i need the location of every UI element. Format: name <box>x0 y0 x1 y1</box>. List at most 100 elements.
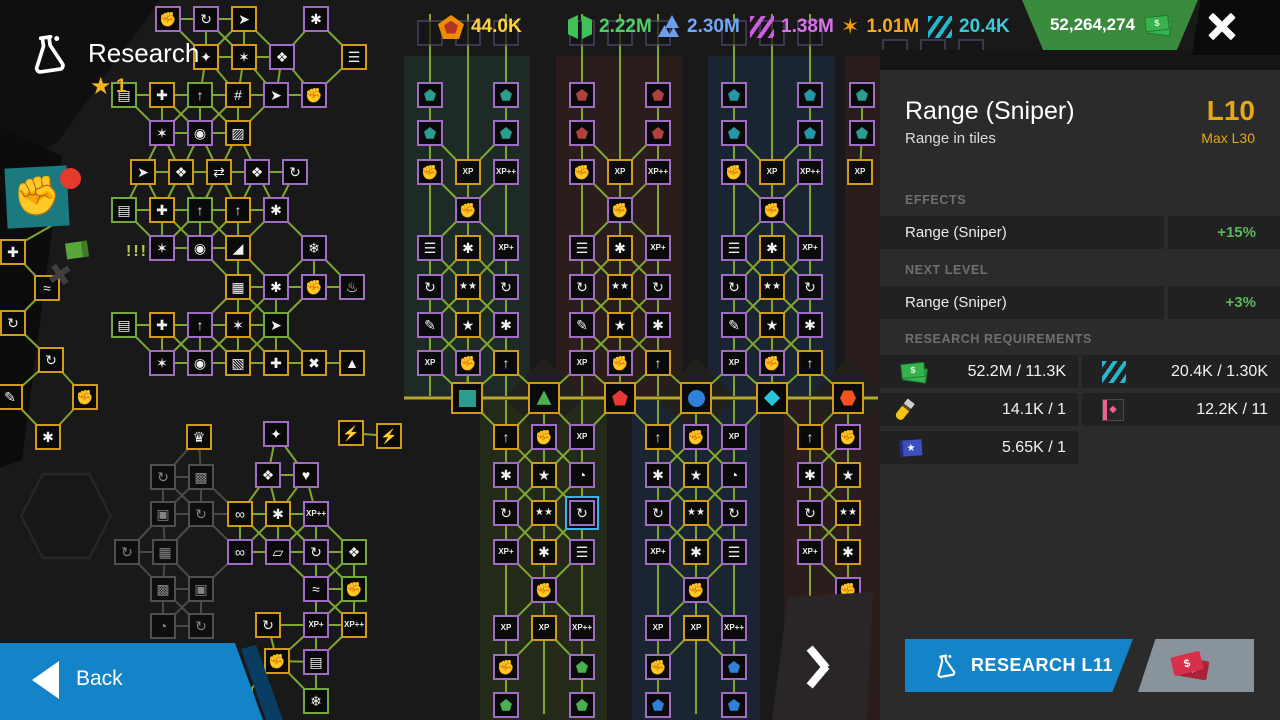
research-node[interactable]: ✱ <box>265 501 291 527</box>
research-node[interactable]: ✎ <box>721 312 747 338</box>
research-node[interactable]: ✊ <box>72 384 98 410</box>
research-node[interactable] <box>569 654 595 680</box>
research-node[interactable]: ➤ <box>130 159 156 185</box>
research-node[interactable]: ✊ <box>264 648 290 674</box>
research-node[interactable]: ★★ <box>455 274 481 300</box>
gateway-node-diamond[interactable] <box>756 382 788 414</box>
research-node[interactable] <box>721 654 747 680</box>
research-node[interactable] <box>645 692 671 718</box>
research-node[interactable]: ✚ <box>149 312 175 338</box>
research-node[interactable]: XP++ <box>721 615 747 641</box>
research-node[interactable] <box>645 120 671 146</box>
research-node[interactable]: ✊ <box>493 654 519 680</box>
research-node[interactable]: ✊ <box>301 274 327 300</box>
research-node[interactable]: ✱ <box>531 539 557 565</box>
research-node[interactable]: ★ <box>531 462 557 488</box>
research-node[interactable]: ∞ <box>227 501 253 527</box>
research-node[interactable]: XP+ <box>645 539 671 565</box>
research-node[interactable]: ▲ <box>339 350 365 376</box>
research-node[interactable] <box>721 120 747 146</box>
research-node[interactable]: ❖ <box>168 159 194 185</box>
research-node[interactable] <box>493 692 519 718</box>
research-node[interactable]: ◉ <box>187 120 213 146</box>
research-node[interactable]: XP <box>531 615 557 641</box>
research-node[interactable]: ☰ <box>569 235 595 261</box>
research-node[interactable]: ↑ <box>645 424 671 450</box>
research-node[interactable]: ✖ <box>301 350 327 376</box>
research-node[interactable]: ✦ <box>263 421 289 447</box>
research-node[interactable]: ≈ <box>303 576 329 602</box>
research-node[interactable]: ↑ <box>225 197 251 223</box>
research-node[interactable]: ◉ <box>187 350 213 376</box>
research-node[interactable]: XP <box>721 424 747 450</box>
research-node[interactable]: # <box>225 82 251 108</box>
research-node[interactable]: ∞ <box>227 539 253 565</box>
research-node[interactable]: ▦ <box>225 274 251 300</box>
research-node[interactable]: ↻ <box>417 274 443 300</box>
research-node[interactable]: XP <box>455 159 481 185</box>
research-node[interactable]: ✱ <box>797 312 823 338</box>
research-node[interactable]: ✎ <box>0 384 23 410</box>
research-node[interactable]: ❄ <box>303 688 329 714</box>
research-node[interactable]: ✊ <box>569 159 595 185</box>
research-node[interactable]: ✊ <box>455 350 481 376</box>
research-node[interactable]: ▤ <box>111 312 137 338</box>
research-node[interactable]: ✊ <box>531 424 557 450</box>
research-node[interactable]: ▩ <box>150 576 176 602</box>
research-node[interactable]: ▤ <box>111 197 137 223</box>
research-node[interactable]: ✱ <box>835 539 861 565</box>
research-node[interactable]: ↑ <box>645 350 671 376</box>
research-node[interactable]: ✱ <box>493 312 519 338</box>
research-node[interactable] <box>849 82 875 108</box>
research-node[interactable]: ✊ <box>607 350 633 376</box>
research-node[interactable]: ✊ <box>721 159 747 185</box>
research-node[interactable]: ★★ <box>683 500 709 526</box>
research-node[interactable]: ♨ <box>339 274 365 300</box>
research-node[interactable]: ✚ <box>0 239 26 265</box>
research-node[interactable]: ◔ <box>721 462 747 488</box>
research-node[interactable]: ❖ <box>341 539 367 565</box>
research-node[interactable]: XP++ <box>569 615 595 641</box>
research-node[interactable]: ↑ <box>797 424 823 450</box>
research-node[interactable]: ▧ <box>225 350 251 376</box>
research-node[interactable]: ✱ <box>645 312 671 338</box>
research-node[interactable]: ✊ <box>417 159 443 185</box>
research-node[interactable]: ✶ <box>225 312 251 338</box>
research-node[interactable]: ❖ <box>255 462 281 488</box>
research-node[interactable]: XP+ <box>797 539 823 565</box>
research-node[interactable]: XP <box>645 615 671 641</box>
research-node[interactable]: XP+ <box>645 235 671 261</box>
gateway-node-hexagon[interactable] <box>832 382 864 414</box>
research-node[interactable]: XP++ <box>303 501 329 527</box>
research-node[interactable]: ↻ <box>188 613 214 639</box>
research-node[interactable]: XP <box>417 350 443 376</box>
research-node[interactable]: ✎ <box>569 312 595 338</box>
research-node[interactable]: ✊ <box>683 577 709 603</box>
research-node[interactable]: ✊ <box>607 197 633 223</box>
gateway-node-square[interactable] <box>451 382 483 414</box>
research-node[interactable]: ↻ <box>303 539 329 565</box>
research-node[interactable]: ↻ <box>797 500 823 526</box>
research-node[interactable]: ★★ <box>531 500 557 526</box>
research-node[interactable]: ↻ <box>493 274 519 300</box>
research-node[interactable] <box>721 692 747 718</box>
research-node[interactable]: ✱ <box>455 235 481 261</box>
research-node[interactable]: ▣ <box>150 501 176 527</box>
research-node[interactable]: ✎ <box>417 312 443 338</box>
research-node[interactable]: XP <box>493 615 519 641</box>
research-node[interactable]: ▣ <box>188 576 214 602</box>
research-node[interactable]: ✱ <box>797 462 823 488</box>
research-node[interactable]: ↻ <box>188 501 214 527</box>
gateway-node-triangle[interactable] <box>528 382 560 414</box>
research-node[interactable]: ↻ <box>255 612 281 638</box>
research-node[interactable]: ☰ <box>417 235 443 261</box>
research-node[interactable]: ↑ <box>187 312 213 338</box>
research-node[interactable] <box>417 120 443 146</box>
research-node[interactable]: ↑ <box>187 82 213 108</box>
research-node[interactable]: ↻ <box>645 274 671 300</box>
research-node[interactable]: ↻ <box>282 159 308 185</box>
research-node[interactable]: ✚ <box>263 350 289 376</box>
research-node[interactable] <box>493 82 519 108</box>
research-node[interactable]: XP++ <box>797 159 823 185</box>
research-node[interactable]: ✊ <box>341 576 367 602</box>
